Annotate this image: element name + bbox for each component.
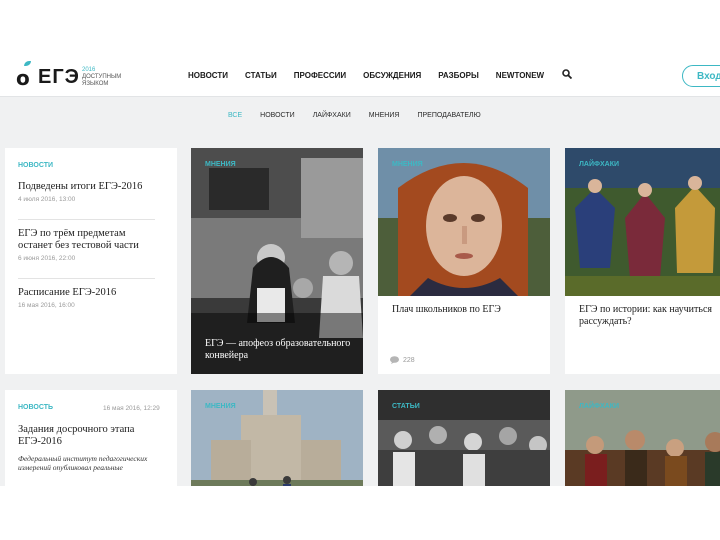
painting-image: [378, 148, 550, 296]
logo-subtitle: 2016 доступным языком: [82, 67, 121, 88]
news-card-date: 16 мая 2016, 12:29: [103, 405, 160, 412]
category-filter: Все Новости Лайфхаки Мнения Преподавател…: [228, 112, 499, 119]
card-tag[interactable]: Мнения: [392, 161, 423, 168]
card-tag[interactable]: Мнения: [205, 403, 236, 410]
news-item-title[interactable]: ЕГЭ по трём предметам останет без тестов…: [18, 228, 158, 252]
divider: [18, 278, 155, 279]
nav-item-reviews[interactable]: Разборы: [438, 71, 479, 80]
nav-item-newtonew[interactable]: NEWTONEW: [496, 71, 544, 80]
article-card-classroom[interactable]: Мнения ЕГЭ — апофеоз образовательного ко…: [191, 148, 363, 374]
nav-item-professions[interactable]: Профессии: [294, 71, 346, 80]
logo-year: 2016: [82, 67, 96, 73]
news-card-tag[interactable]: Новости: [18, 162, 53, 169]
logo-text: ЕГЭ: [38, 66, 80, 88]
article-card-cossacks[interactable]: Лайфхаки: [565, 390, 720, 486]
card-title[interactable]: Плач школьников по ЕГЭ: [392, 304, 542, 316]
search-icon[interactable]: [562, 69, 572, 79]
news-item-title[interactable]: Подведены итоги ЕГЭ-2016: [18, 181, 158, 193]
comment-count-value: 228: [403, 356, 415, 364]
news-card-early-stage[interactable]: Новость 16 мая 2016, 12:29 Задания досро…: [5, 390, 177, 486]
filter-all[interactable]: Все: [228, 112, 242, 119]
news-item-title[interactable]: Расписание ЕГЭ-2016: [18, 287, 158, 299]
news-item-date: 6 июня 2016, 22:00: [18, 255, 76, 262]
article-card-crowd[interactable]: Статьи: [378, 390, 550, 486]
divider: [18, 219, 155, 220]
news-item[interactable]: Подведены итоги ЕГЭ-2016 4 июля 2016, 13…: [18, 181, 158, 203]
news-item-date: 16 мая 2016, 16:00: [18, 302, 75, 309]
article-card-university[interactable]: Мнения: [191, 390, 363, 486]
comment-count[interactable]: 228: [390, 356, 415, 364]
card-title[interactable]: ЕГЭ по истории: как научиться рассуждать…: [579, 304, 720, 328]
filter-opinions[interactable]: Мнения: [369, 112, 400, 119]
site-logo[interactable]: o ЕГЭ 2016 доступным языком: [16, 61, 136, 90]
browser-viewport: o ЕГЭ 2016 доступным языком Новости Стат…: [0, 56, 720, 486]
filter-teachers[interactable]: Преподавателю: [417, 112, 480, 119]
card-tag[interactable]: Мнения: [205, 161, 236, 168]
news-item-excerpt: Федеральный институт педагогических изме…: [18, 454, 148, 472]
article-card-weeping[interactable]: Мнения Плач школьников по ЕГЭ 228: [378, 148, 550, 374]
medieval-painting-image: [565, 148, 720, 296]
news-item-date: 4 июля 2016, 13:00: [18, 196, 76, 203]
logo-line2: языком: [82, 81, 109, 87]
logo-line1: доступным: [82, 74, 122, 80]
nav-item-articles[interactable]: Статьи: [245, 71, 277, 80]
card-tag[interactable]: Лайфхаки: [579, 161, 619, 168]
news-item[interactable]: ЕГЭ по трём предметам останет без тестов…: [18, 228, 158, 262]
filter-lifehacks[interactable]: Лайфхаки: [313, 112, 351, 119]
news-card-tag[interactable]: Новость: [18, 404, 53, 411]
login-button[interactable]: Вход: [682, 65, 720, 87]
nav-item-news[interactable]: Новости: [188, 71, 228, 80]
main-nav: Новости Статьи Профессии Обсуждения Разб…: [188, 71, 561, 80]
nav-item-discussions[interactable]: Обсуждения: [363, 71, 421, 80]
news-item[interactable]: Расписание ЕГЭ-2016 16 мая 2016, 16:00: [18, 287, 158, 309]
news-item[interactable]: Задания досрочного этапа ЕГЭ-2016 Федера…: [18, 424, 158, 472]
filter-news[interactable]: Новости: [260, 112, 295, 119]
news-list-card: Новости Подведены итоги ЕГЭ-2016 4 июля …: [5, 148, 177, 374]
article-card-history[interactable]: Лайфхаки ЕГЭ по истории: как научиться р…: [565, 148, 720, 374]
news-item-title[interactable]: Задания досрочного этапа ЕГЭ-2016: [18, 424, 158, 448]
comment-icon: [390, 356, 399, 364]
logo-o-icon: o: [16, 66, 30, 90]
card-tag[interactable]: Статьи: [392, 403, 420, 410]
card-tag[interactable]: Лайфхаки: [579, 403, 619, 410]
card-title[interactable]: ЕГЭ — апофеоз образовательного конвейера: [205, 338, 355, 362]
site-header: o ЕГЭ 2016 доступным языком Новости Стат…: [0, 56, 720, 97]
